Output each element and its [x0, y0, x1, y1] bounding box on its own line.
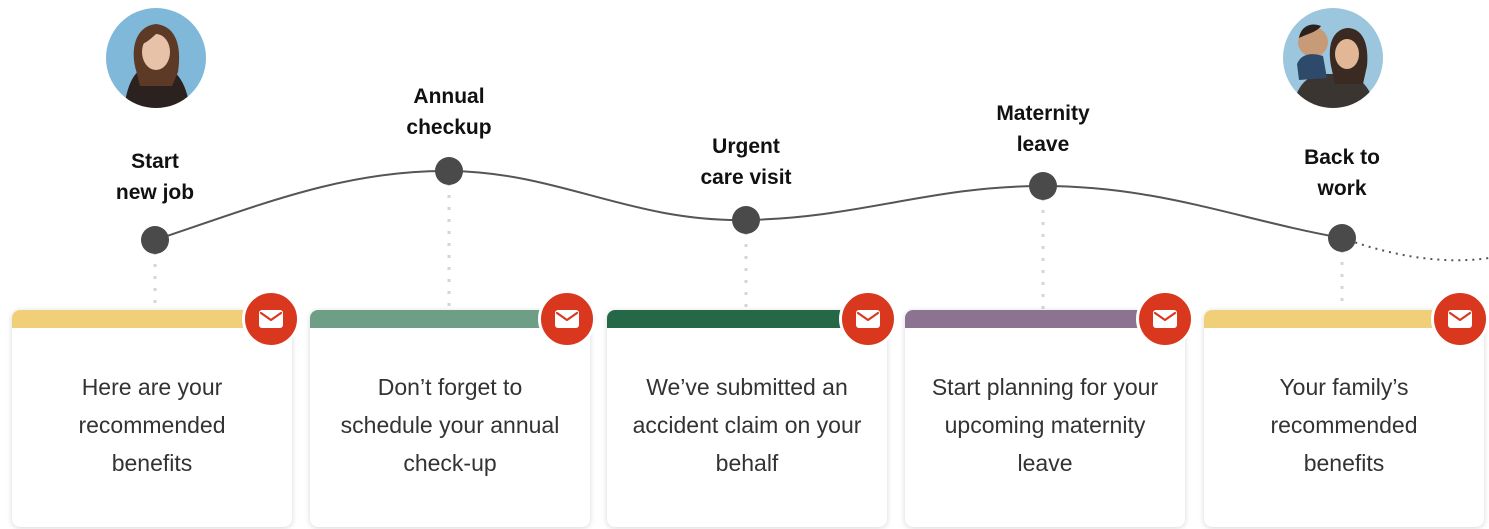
benefit-card[interactable]: Start planning for your upcoming materni… [905, 310, 1185, 527]
mother-and-child-avatar [1283, 8, 1383, 108]
milestone-label-urgent-care-visit: Urgent care visit [700, 135, 792, 189]
milestone-label-start-new-job: Start new job [115, 150, 195, 204]
benefit-card[interactable]: Don’t forget to schedule your annual che… [310, 310, 590, 527]
card-message: Here are your recommended benefits [78, 374, 226, 476]
card-message: We’ve submitted an accident claim on you… [632, 374, 862, 476]
mail-icon[interactable] [242, 290, 300, 348]
milestone-label-annual-checkup: Annual checkup [406, 85, 492, 139]
card-message: Your family’s recommended benefits [1270, 374, 1418, 476]
woman-portrait-avatar [106, 8, 206, 108]
timeline-continuation [1341, 237, 1489, 262]
benefit-card[interactable]: Your family’s recommended benefits [1204, 310, 1484, 527]
milestone-node [732, 206, 760, 234]
milestone-node [1029, 172, 1057, 200]
mail-icon[interactable] [839, 290, 897, 348]
benefit-card[interactable]: We’ve submitted an accident claim on you… [607, 310, 887, 527]
milestone-node [1328, 224, 1356, 252]
milestone-node [141, 226, 169, 254]
milestone-label-back-to-work: Back to work [1304, 146, 1380, 200]
card-message: Don’t forget to schedule your annual che… [340, 374, 560, 476]
mail-icon[interactable] [538, 290, 596, 348]
mail-icon[interactable] [1431, 290, 1489, 348]
mail-icon[interactable] [1136, 290, 1194, 348]
milestone-label-maternity-leave: Maternity leave [996, 102, 1090, 156]
benefit-card[interactable]: Here are your recommended benefits [12, 310, 292, 527]
card-message: Start planning for your upcoming materni… [931, 374, 1159, 476]
milestone-node [435, 157, 463, 185]
